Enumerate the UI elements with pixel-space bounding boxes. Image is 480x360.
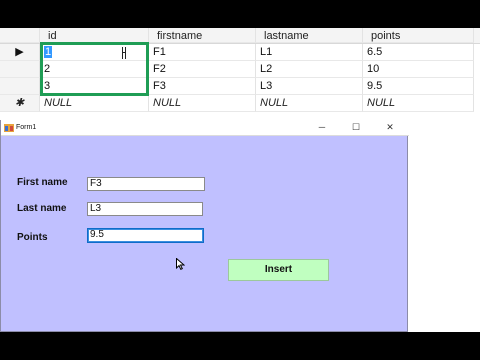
maximize-button[interactable]: ☐ bbox=[341, 120, 371, 136]
column-header-firstname[interactable]: firstname bbox=[149, 28, 256, 43]
title-bar[interactable]: Form1 ─ ☐ ✕ bbox=[1, 120, 409, 136]
last-name-label: Last name bbox=[17, 203, 67, 214]
selected-text: 1 bbox=[44, 46, 53, 58]
cell-points[interactable]: 6.5 bbox=[363, 44, 474, 61]
insert-button[interactable]: Insert bbox=[228, 259, 329, 281]
cell-points[interactable]: 10 bbox=[363, 61, 474, 78]
cell-points[interactable]: NULL bbox=[363, 95, 474, 112]
column-header-points[interactable]: points bbox=[363, 28, 474, 43]
cell-id[interactable]: NULL bbox=[40, 95, 149, 112]
minimize-button[interactable]: ─ bbox=[307, 120, 337, 136]
window-title: Form1 bbox=[16, 124, 37, 131]
row-pointer-icon[interactable]: ▶ bbox=[0, 44, 40, 61]
cell-lastname[interactable]: NULL bbox=[256, 95, 363, 112]
points-field[interactable]: 9.5 bbox=[87, 228, 204, 243]
new-row[interactable]: ✱ NULL NULL NULL NULL bbox=[0, 95, 480, 112]
new-row-icon[interactable]: ✱ bbox=[0, 95, 40, 112]
letterbox-bottom bbox=[0, 332, 480, 360]
header-corner bbox=[0, 28, 40, 43]
cell-points[interactable]: 9.5 bbox=[363, 78, 474, 95]
text-cursor-icon bbox=[122, 47, 126, 59]
screen: id firstname lastname points ▶ 1 F1 L1 6… bbox=[0, 28, 480, 332]
close-button[interactable]: ✕ bbox=[375, 120, 405, 136]
cell-id[interactable]: 3 bbox=[40, 78, 149, 95]
cell-lastname[interactable]: L3 bbox=[256, 78, 363, 95]
column-header-lastname[interactable]: lastname bbox=[256, 28, 363, 43]
first-name-field[interactable]: F3 bbox=[87, 177, 205, 191]
table-row[interactable]: ▶ 1 F1 L1 6.5 bbox=[0, 44, 480, 61]
last-name-field[interactable]: L3 bbox=[87, 202, 203, 216]
row-selector[interactable] bbox=[0, 78, 40, 95]
cell-lastname[interactable]: L1 bbox=[256, 44, 363, 61]
cell-firstname[interactable]: NULL bbox=[149, 95, 256, 112]
cell-lastname[interactable]: L2 bbox=[256, 61, 363, 78]
first-name-label: First name bbox=[17, 177, 68, 188]
cell-firstname[interactable]: F1 bbox=[149, 44, 256, 61]
table-row[interactable]: 2 F2 L2 10 bbox=[0, 61, 480, 78]
app-icon bbox=[4, 124, 14, 132]
grid-header: id firstname lastname points bbox=[0, 28, 480, 44]
data-grid: id firstname lastname points ▶ 1 F1 L1 6… bbox=[0, 28, 480, 112]
cell-id[interactable]: 1 bbox=[40, 44, 149, 61]
cell-firstname[interactable]: F2 bbox=[149, 61, 256, 78]
table-row[interactable]: 3 F3 L3 9.5 bbox=[0, 78, 480, 95]
cell-firstname[interactable]: F3 bbox=[149, 78, 256, 95]
mouse-pointer-icon bbox=[176, 258, 185, 270]
column-header-id[interactable]: id bbox=[40, 28, 149, 43]
cell-id[interactable]: 2 bbox=[40, 61, 149, 78]
row-selector[interactable] bbox=[0, 61, 40, 78]
form-window: Form1 ─ ☐ ✕ First name F3 Last name L3 P… bbox=[0, 120, 409, 332]
points-label: Points bbox=[17, 232, 48, 243]
